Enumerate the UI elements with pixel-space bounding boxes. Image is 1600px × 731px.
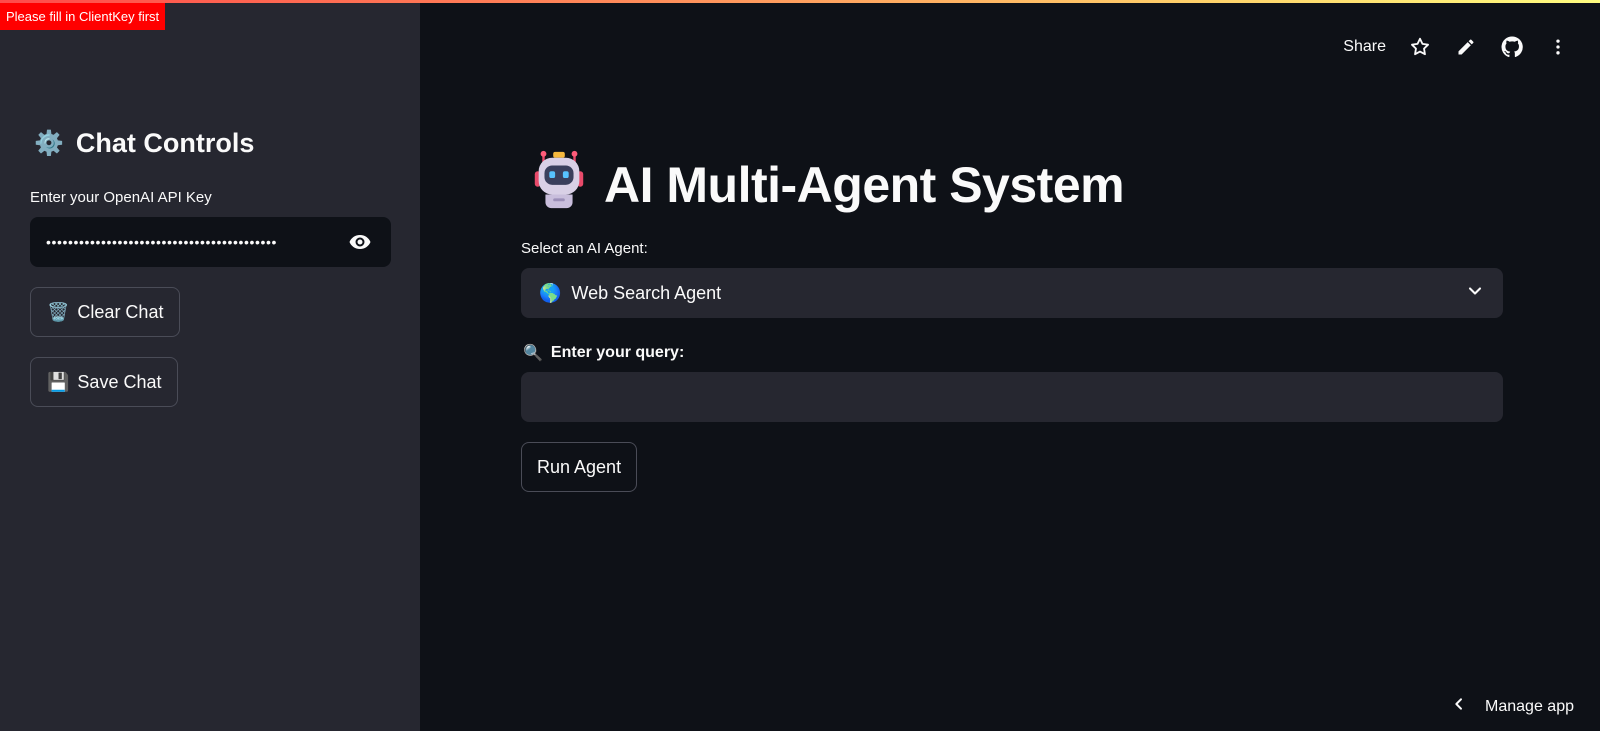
- api-key-value[interactable]: ••••••••••••••••••••••••••••••••••••••••…: [46, 217, 335, 267]
- show-password-icon[interactable]: [343, 225, 377, 259]
- api-key-label: Enter your OpenAI API Key: [30, 189, 212, 206]
- header-toolbar: Share: [1343, 30, 1570, 64]
- github-icon[interactable]: [1500, 35, 1524, 59]
- agent-select-value: Web Search Agent: [571, 282, 722, 303]
- api-key-field[interactable]: ••••••••••••••••••••••••••••••••••••••••…: [30, 217, 391, 267]
- query-label: 🔍 Enter your query:: [523, 343, 684, 363]
- globe-icon: 🌎: [539, 282, 562, 303]
- sidebar: ⚙️ Chat Controls Enter your OpenAI API K…: [0, 0, 420, 731]
- clear-chat-button[interactable]: 🗑️ Clear Chat: [30, 287, 181, 337]
- page-title: AI Multi-Agent System: [528, 148, 1125, 222]
- manage-app-label: Manage app: [1485, 697, 1574, 715]
- share-button[interactable]: Share: [1343, 38, 1386, 56]
- error-toast: Please fill in ClientKey first: [0, 3, 166, 30]
- page-title-text: AI Multi-Agent System: [604, 157, 1125, 213]
- query-label-text: Enter your query:: [550, 344, 685, 361]
- chevron-left-icon: [1451, 696, 1467, 717]
- chevron-down-icon[interactable]: [1465, 281, 1485, 306]
- star-icon[interactable]: [1408, 35, 1432, 59]
- robot-icon: [528, 148, 590, 222]
- save-chat-label: Save Chat: [77, 371, 162, 392]
- more-vert-icon[interactable]: [1546, 35, 1570, 59]
- top-decoration-bar: [0, 0, 1600, 3]
- trash-icon: 🗑️: [47, 301, 70, 322]
- save-chat-button[interactable]: 💾 Save Chat: [30, 357, 179, 407]
- magnifier-icon: 🔍: [523, 345, 543, 362]
- query-input[interactable]: [521, 372, 1503, 422]
- pencil-icon[interactable]: [1454, 35, 1478, 59]
- sidebar-title-text: Chat Controls: [75, 128, 255, 158]
- sidebar-title: ⚙️ Chat Controls: [34, 128, 254, 159]
- floppy-disk-icon: 💾: [47, 371, 70, 392]
- agent-select[interactable]: 🌎 Web Search Agent: [521, 268, 1503, 318]
- run-agent-button[interactable]: Run Agent: [521, 442, 638, 492]
- agent-select-label: Select an AI Agent:: [521, 240, 648, 257]
- manage-app-button[interactable]: Manage app: [1451, 696, 1574, 717]
- clear-chat-label: Clear Chat: [77, 301, 164, 322]
- gear-icon: ⚙️: [34, 130, 64, 157]
